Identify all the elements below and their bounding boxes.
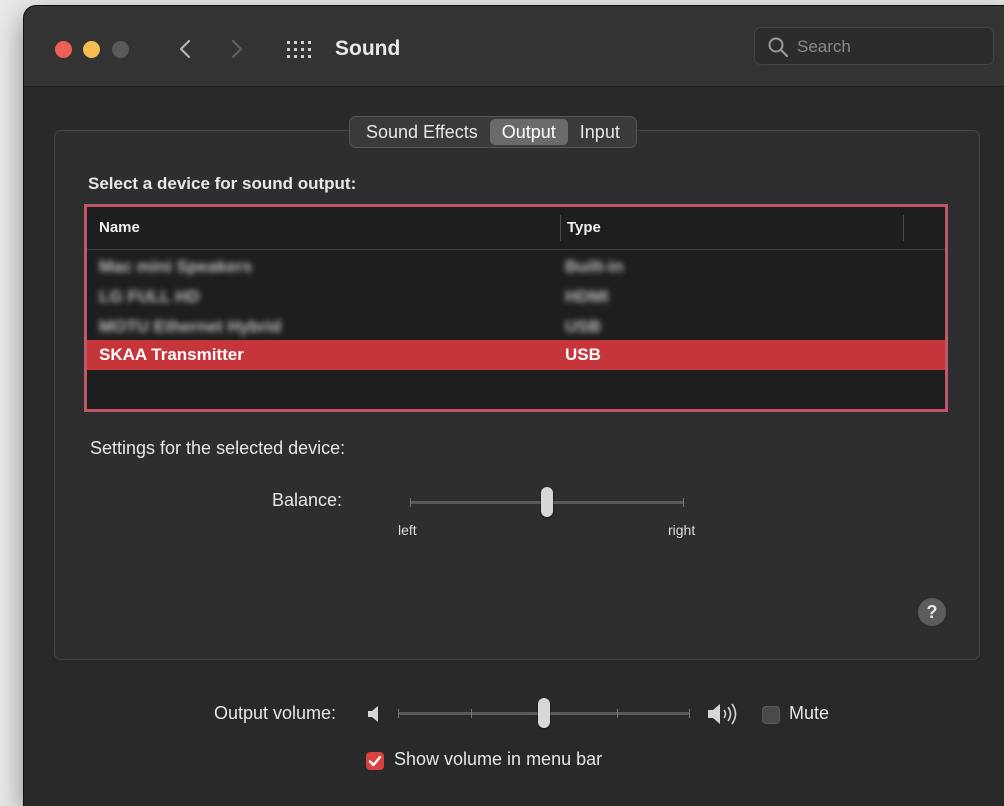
slider-tick: [398, 709, 399, 718]
back-button[interactable]: [174, 34, 198, 64]
table-header: Name Type: [87, 207, 945, 250]
column-header-name[interactable]: Name: [99, 219, 140, 236]
tab-input[interactable]: Input: [568, 119, 632, 145]
device-name: SKAA Transmitter: [99, 345, 244, 364]
search-input[interactable]: [795, 34, 979, 60]
help-icon: ?: [926, 602, 938, 622]
device-name: Mac mini Speakers: [99, 257, 253, 276]
table-row[interactable]: MOTU Ethernet Hybrid USB: [87, 312, 945, 342]
balance-label: Balance:: [272, 490, 343, 510]
table-row-selected[interactable]: SKAA Transmitter USB: [87, 340, 945, 370]
grid-icon: [287, 41, 311, 58]
balance-left-label: left: [398, 522, 417, 538]
device-type: USB: [565, 345, 601, 364]
close-window-button[interactable]: [55, 41, 72, 58]
table-row[interactable]: Mac mini Speakers Built-in: [87, 252, 945, 282]
column-divider: [560, 215, 561, 241]
balance-right-label: right: [668, 522, 696, 538]
device-name: MOTU Ethernet Hybrid: [99, 317, 282, 336]
output-device-table: Name Type Mac mini Speakers Built-in LG …: [84, 204, 948, 412]
help-button[interactable]: ?: [918, 598, 946, 626]
tab-output[interactable]: Output: [489, 119, 568, 145]
mute-label: Mute: [789, 703, 830, 723]
balance-slider-knob[interactable]: [541, 487, 553, 517]
search-field[interactable]: [754, 27, 994, 65]
table-row[interactable]: LG FULL HD HDMI: [87, 282, 945, 312]
output-volume-slider-knob[interactable]: [538, 698, 550, 728]
output-volume-label: Output volume:: [214, 703, 337, 723]
window-title: Sound: [335, 37, 401, 60]
device-section-label: Select a device for sound output:: [88, 174, 357, 193]
slider-tick: [689, 709, 690, 718]
chevron-left-icon: [179, 39, 191, 59]
minimize-window-button[interactable]: [83, 41, 100, 58]
settings-label: Settings for the selected device:: [90, 438, 346, 458]
speaker-high-icon: [708, 703, 737, 725]
device-type: Built-in: [565, 257, 624, 276]
show-volume-label: Show volume in menu bar: [394, 749, 603, 769]
output-volume-slider[interactable]: [398, 698, 690, 728]
slider-tick: [617, 709, 618, 718]
chevron-right-icon: [231, 39, 243, 59]
zoom-window-button[interactable]: [112, 41, 129, 58]
slider-tick: [410, 498, 411, 507]
column-divider: [903, 215, 904, 241]
check-icon: [368, 755, 382, 767]
column-header-type[interactable]: Type: [567, 219, 601, 236]
device-type: HDMI: [565, 287, 609, 306]
title-bar: Sound: [24, 6, 1004, 87]
mute-checkbox[interactable]: [762, 706, 780, 724]
show-volume-checkbox[interactable]: [366, 752, 384, 770]
slider-tick: [683, 498, 684, 507]
search-icon: [768, 37, 789, 58]
speaker-low-icon: [368, 706, 378, 722]
balance-slider[interactable]: [410, 487, 684, 517]
forward-button[interactable]: [224, 34, 248, 64]
device-type: USB: [565, 317, 601, 336]
slider-tick: [471, 709, 472, 718]
show-all-button[interactable]: [286, 40, 314, 60]
tab-bar: Sound Effects Output Input: [349, 116, 637, 148]
sound-preferences-window: Sound Sound Effects Output Input Select …: [24, 6, 1004, 806]
tab-sound-effects[interactable]: Sound Effects: [354, 119, 490, 145]
device-name: LG FULL HD: [99, 287, 200, 306]
